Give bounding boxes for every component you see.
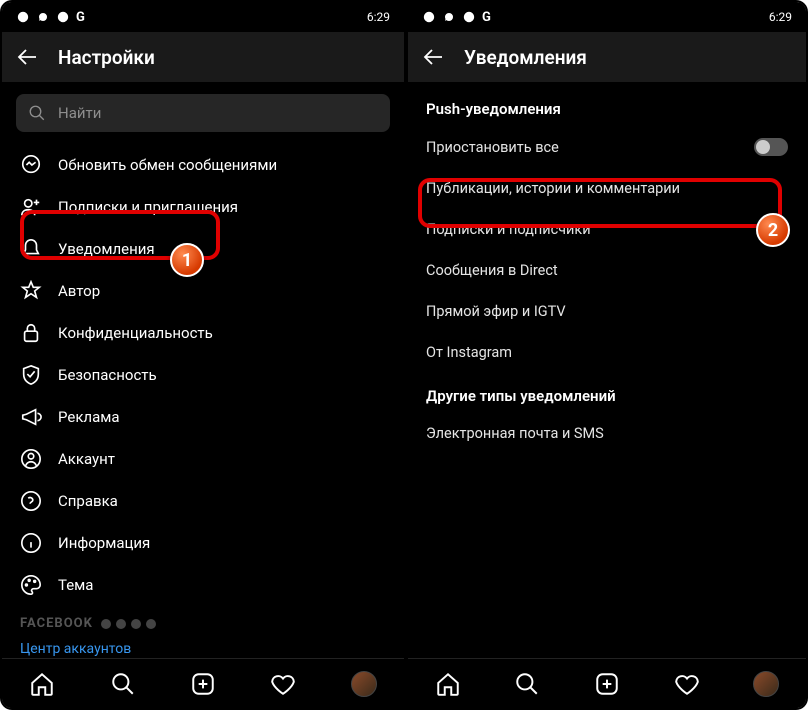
search-placeholder: Найти bbox=[58, 104, 101, 122]
item-label: Подписки и подписчики bbox=[426, 221, 591, 238]
item-label: Аккаунт bbox=[58, 450, 115, 468]
status-time: 6:29 bbox=[769, 10, 792, 24]
status-icons-left: G bbox=[422, 10, 491, 25]
item-label: Электронная почта и SMS bbox=[426, 425, 604, 442]
notifications-list[interactable]: Push-уведомления Приостановить все Публи… bbox=[408, 82, 806, 658]
item-live-igtv[interactable]: Прямой эфир и IGTV bbox=[408, 291, 806, 332]
user-icon bbox=[20, 448, 42, 470]
item-privacy[interactable]: Конфиденциальность bbox=[2, 312, 404, 354]
item-security[interactable]: Безопасность bbox=[2, 354, 404, 396]
item-label: Тема bbox=[58, 576, 93, 594]
status-icons-left: G bbox=[16, 10, 85, 25]
item-creator[interactable]: Автор bbox=[2, 270, 404, 312]
item-label: Приостановить все bbox=[426, 139, 559, 156]
home-icon[interactable] bbox=[435, 671, 461, 697]
item-label: Подписки и приглашения bbox=[58, 198, 238, 216]
item-from-instagram[interactable]: От Instagram bbox=[408, 332, 806, 373]
bottom-nav bbox=[408, 658, 806, 708]
help-icon bbox=[20, 490, 42, 512]
accounts-center-link[interactable]: Центр аккаунтов bbox=[2, 635, 404, 658]
item-label: Реклама bbox=[58, 408, 120, 426]
bottom-nav bbox=[2, 658, 404, 708]
star-icon bbox=[20, 280, 42, 302]
toggle-pause-all[interactable] bbox=[754, 138, 788, 156]
item-label: Автор bbox=[58, 282, 100, 300]
profile-avatar[interactable] bbox=[753, 671, 779, 697]
item-following-followers[interactable]: Подписки и подписчики bbox=[408, 209, 806, 250]
home-icon[interactable] bbox=[29, 671, 55, 697]
push-section-title: Push-уведомления bbox=[408, 86, 806, 126]
item-posts-stories-comments[interactable]: Публикации, истории и комментарии bbox=[408, 168, 806, 209]
item-label: Прямой эфир и IGTV bbox=[426, 303, 566, 320]
status-bar: G 6:29 bbox=[408, 2, 806, 32]
messenger-icon bbox=[20, 154, 42, 176]
item-theme[interactable]: Тема bbox=[2, 564, 404, 606]
back-icon[interactable] bbox=[422, 45, 446, 69]
search-icon[interactable] bbox=[110, 671, 136, 697]
new-post-icon[interactable] bbox=[190, 671, 216, 697]
badge-2: 2 bbox=[756, 213, 790, 247]
item-direct-messages[interactable]: Сообщения в Direct bbox=[408, 250, 806, 291]
item-follow-invite[interactable]: Подписки и приглашения bbox=[2, 186, 404, 228]
search-input[interactable]: Найти bbox=[16, 94, 390, 132]
header-title: Уведомления bbox=[464, 46, 587, 69]
status-time: 6:29 bbox=[367, 10, 390, 24]
item-pause-all[interactable]: Приостановить все bbox=[408, 126, 806, 168]
palette-icon bbox=[20, 574, 42, 596]
bell-icon bbox=[20, 238, 42, 260]
item-help[interactable]: Справка bbox=[2, 480, 404, 522]
new-post-icon[interactable] bbox=[594, 671, 620, 697]
heart-icon[interactable] bbox=[674, 671, 700, 697]
item-label: Сообщения в Direct bbox=[426, 262, 558, 279]
megaphone-icon bbox=[20, 406, 42, 428]
header: Настройки bbox=[2, 32, 404, 82]
item-label: Безопасность bbox=[58, 366, 157, 384]
phone-right: G 6:29 Уведомления Push-уведомления Прио… bbox=[404, 2, 806, 708]
back-icon[interactable] bbox=[16, 45, 40, 69]
item-label: Справка bbox=[58, 492, 118, 510]
item-account[interactable]: Аккаунт bbox=[2, 438, 404, 480]
user-plus-icon bbox=[20, 196, 42, 218]
item-messaging[interactable]: Обновить обмен сообщениями bbox=[2, 144, 404, 186]
info-icon bbox=[20, 532, 42, 554]
profile-avatar[interactable] bbox=[351, 671, 377, 697]
header: Уведомления bbox=[408, 32, 806, 82]
settings-list[interactable]: Найти Обновить обмен сообщениями Подписк… bbox=[2, 82, 404, 658]
status-bar: G 6:29 bbox=[2, 2, 404, 32]
item-ads[interactable]: Реклама bbox=[2, 396, 404, 438]
header-title: Настройки bbox=[58, 46, 155, 69]
lock-icon bbox=[20, 322, 42, 344]
item-label: От Instagram bbox=[426, 344, 512, 361]
heart-icon[interactable] bbox=[270, 671, 296, 697]
item-label: Информация bbox=[58, 534, 150, 552]
phone-left: G 6:29 Настройки Найти Обновить обмен со… bbox=[2, 2, 404, 708]
search-icon bbox=[28, 104, 46, 122]
search-icon[interactable] bbox=[514, 671, 540, 697]
item-label: Конфиденциальность bbox=[58, 324, 213, 342]
item-label: Уведомления bbox=[58, 240, 155, 258]
shield-icon bbox=[20, 364, 42, 386]
item-label: Обновить обмен сообщениями bbox=[58, 156, 277, 174]
item-label: Публикации, истории и комментарии bbox=[426, 180, 680, 197]
item-email-sms[interactable]: Электронная почта и SMS bbox=[408, 413, 806, 454]
badge-1: 1 bbox=[170, 243, 204, 277]
facebook-label: FACEBOOK bbox=[2, 606, 404, 635]
other-section-title: Другие типы уведомлений bbox=[408, 373, 806, 413]
item-about[interactable]: Информация bbox=[2, 522, 404, 564]
